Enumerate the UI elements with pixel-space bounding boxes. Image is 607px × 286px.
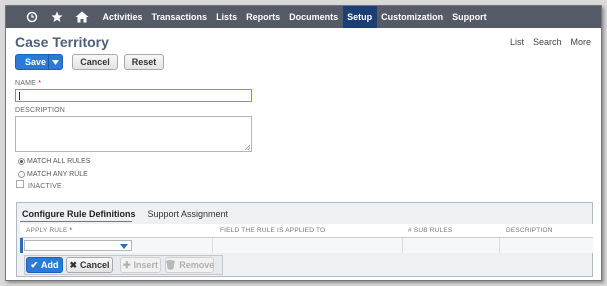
check-icon: ✔ [30,259,39,270]
window-frame: Activities Transactions Lists Reports Do… [5,5,602,281]
save-button-label: Save [25,57,47,67]
radio-selected-icon [18,158,25,165]
nav-activities[interactable]: Activities [98,6,147,28]
name-input[interactable] [15,89,252,102]
list-link[interactable]: List [510,37,524,47]
cancel-button[interactable]: Cancel [72,54,118,70]
plus-icon: ✚ [122,259,131,270]
top-navigation: Activities Transactions Lists Reports Do… [6,6,601,28]
name-label-text: NAME [15,80,37,87]
tab-support-assignment[interactable]: Support Assignment [148,209,229,219]
resize-handle-icon[interactable] [245,145,250,150]
reset-button[interactable]: Reset [124,54,164,70]
active-tab-indicator [20,221,132,222]
nav-reports[interactable]: Reports [242,6,285,28]
column-sub-rules: # SUB RULES [408,227,453,234]
add-button[interactable]: ✔ Add [26,257,63,273]
page-links: List Search More [510,37,591,47]
column-description: DESCRIPTION [506,227,553,234]
nav-support[interactable]: Support [448,6,492,28]
remove-button[interactable]: 🗑 Remove [165,257,214,273]
recent-icon[interactable] [19,6,44,28]
tab-configure-rule-definitions[interactable]: Configure Rule Definitions [22,209,136,219]
search-link[interactable]: Search [533,37,562,47]
inactive-label: INACTIVE [28,183,62,190]
sublist-cancel-label: Cancel [80,260,110,270]
star-icon[interactable] [44,6,69,28]
nav-lists[interactable]: Lists [212,6,242,28]
radio-unselected-icon [18,171,25,178]
sublist-tabs: Configure Rule Definitions Support Assig… [22,209,228,219]
nav-documents[interactable]: Documents [285,6,343,28]
match-all-label: MATCH ALL RULES [27,158,91,165]
required-marker: * [69,227,73,234]
description-textarea[interactable] [15,116,252,152]
text-cursor [19,92,20,100]
description-label: DESCRIPTION [15,107,66,114]
match-any-label: MATCH ANY RULE [27,171,88,178]
nav-transactions[interactable]: Transactions [147,6,212,28]
insert-button[interactable]: ✚ Insert [120,257,161,273]
dropdown-arrow-icon [120,244,128,249]
required-marker: * [38,80,42,87]
insert-button-label: Insert [133,260,159,270]
sublist-header: APPLY RULE * FIELD THE RULE IS APPLIED T… [20,224,593,238]
column-apply-rule-label: APPLY RULE [26,227,68,234]
match-all-radio[interactable]: MATCH ALL RULES [18,158,90,165]
sublist-cancel-button[interactable]: ✖ Cancel [66,257,113,273]
nav-customization[interactable]: Customization [377,6,448,28]
name-label: NAME * [15,80,41,87]
home-icon[interactable] [69,6,94,28]
match-any-radio[interactable]: MATCH ANY RULE [18,171,88,178]
column-apply-rule: APPLY RULE * [26,227,72,234]
page-title: Case Territory [15,34,109,50]
chevron-down-icon [52,59,59,65]
inactive-checkbox[interactable] [16,180,24,188]
nav-setup[interactable]: Setup [342,6,377,28]
column-field-applied: FIELD THE RULE IS APPLIED TO [220,227,326,234]
save-options-toggle[interactable] [48,55,62,69]
save-button[interactable]: Save [15,54,63,70]
add-button-label: Add [41,260,59,270]
trash-icon: 🗑 [164,259,177,270]
apply-rule-select[interactable] [24,240,132,251]
close-icon: ✖ [69,259,78,270]
more-link[interactable]: More [570,37,591,47]
remove-button-label: Remove [179,260,215,270]
